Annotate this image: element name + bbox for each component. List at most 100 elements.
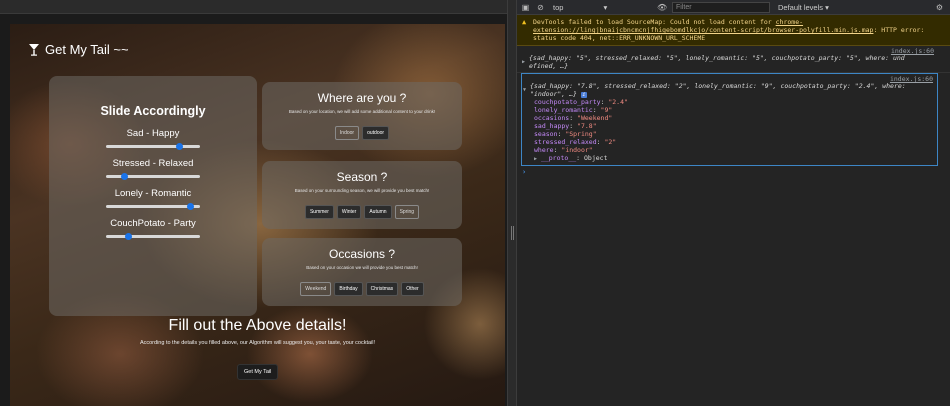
slider-track[interactable] — [106, 142, 200, 150]
option-indoor[interactable]: Indoor — [334, 126, 360, 140]
property-value: Object — [584, 154, 608, 162]
brand[interactable]: Get My Tail ~~ — [28, 42, 129, 57]
viewport-top-strip — [0, 0, 507, 14]
property-value: "7.8" — [577, 122, 597, 130]
occasions-options: Weekend Birthday Christmas Other — [262, 282, 462, 296]
sliders-card: Slide Accordingly Sad - Happy Stressed -… — [49, 76, 257, 316]
expand-caret-icon[interactable]: ▶ — [522, 58, 525, 66]
option-weekend[interactable]: Weekend — [300, 282, 332, 296]
web-page: Get My Tail ~~ Slide Accordingly Sad - H… — [10, 24, 505, 406]
where-card: Where are you ? Based on your location, … — [262, 82, 462, 150]
option-winter[interactable]: Winter — [336, 205, 362, 219]
devtools-panel: ▣ ⊘ top ▾ 👁 Filter Default levels ▾ ⚙ ▲ … — [517, 0, 950, 406]
slider-thumb[interactable] — [187, 202, 195, 210]
log-levels-dropdown[interactable]: Default levels ▾ — [778, 3, 829, 12]
property-key: __proto__ — [540, 154, 577, 162]
sliders-title: Slide Accordingly — [100, 104, 206, 118]
where-title: Where are you ? — [317, 91, 407, 105]
slider-couchpotato-party: CouchPotato - Party — [49, 218, 257, 240]
season-title: Season ? — [336, 170, 388, 184]
property-value: "2.4" — [608, 98, 628, 106]
property-key: occasions — [534, 114, 570, 122]
get-my-tail-button[interactable]: Get My Tail — [237, 364, 279, 380]
property-key: where — [534, 146, 554, 154]
property-key: sad_happy — [534, 122, 570, 130]
season-subtitle: Based on your surrounding season, we wil… — [294, 188, 430, 193]
occasions-card: Occasions ? Based on your occasion we wi… — [262, 238, 462, 306]
slider-track[interactable] — [106, 232, 200, 240]
slider-label: CouchPotato - Party — [110, 218, 196, 229]
cta-title: Fill out the Above details! — [168, 317, 347, 334]
slider-stressed-relaxed: Stressed - Relaxed — [49, 158, 257, 180]
log-object-line[interactable]: {sad_happy: "7.8", stressed_relaxed: "2"… — [530, 82, 933, 90]
log-object-line: "indoor", …} i — [530, 90, 933, 98]
property-key: stressed_relaxed — [534, 138, 597, 146]
option-autumn[interactable]: Autumn — [364, 205, 392, 219]
slider-thumb[interactable] — [121, 172, 129, 180]
console-log-entry: index.js:60 ▶ {sad_happy: "5", stressed_… — [517, 46, 950, 73]
object-property: occasions: "Weekend" — [534, 114, 613, 122]
cocktail-glass-icon — [29, 44, 39, 56]
console-prompt-row[interactable]: › — [517, 166, 950, 178]
slider-thumb[interactable] — [125, 232, 133, 240]
context-selector[interactable]: top ▾ — [551, 3, 651, 12]
gear-icon[interactable]: ⚙ — [935, 3, 944, 12]
slider-label: Sad - Happy — [126, 128, 180, 139]
option-spring[interactable]: Spring — [394, 205, 420, 219]
occasions-subtitle: Based on your occasion we will provide y… — [306, 265, 418, 270]
property-key: couchpotato_party — [534, 98, 601, 106]
sidebar-toggle-icon[interactable]: ▣ — [521, 3, 530, 12]
expand-caret-icon[interactable]: ▶ — [534, 156, 537, 162]
slider-label: Stressed - Relaxed — [112, 158, 194, 169]
brand-name: Get My Tail ~~ — [45, 42, 129, 57]
log-object-tail: "indoor", …} — [530, 90, 577, 98]
clear-console-icon[interactable]: ⊘ — [536, 3, 545, 12]
collapse-caret-icon[interactable]: ▼ — [523, 86, 526, 94]
log-object-line[interactable]: {sad_happy: "5", stressed_relaxed: "5", … — [529, 54, 944, 62]
option-summer[interactable]: Summer — [304, 205, 334, 219]
warning-prefix: DevTools failed to load SourceMap: Could… — [533, 18, 776, 26]
eye-icon[interactable]: 👁 — [657, 3, 667, 12]
splitter-grip-icon[interactable] — [511, 226, 514, 240]
slider-track[interactable] — [106, 172, 200, 180]
option-christmas[interactable]: Christmas — [365, 282, 399, 296]
property-key: lonely_romantic — [534, 106, 593, 114]
season-card: Season ? Based on your surrounding seaso… — [262, 161, 462, 229]
where-options: Indoor outdoor — [262, 126, 462, 140]
season-options: Summer Winter Autumn Spring — [262, 205, 462, 219]
occasions-title: Occasions ? — [328, 247, 396, 261]
log-source-link[interactable]: index.js:60 — [890, 75, 933, 83]
log-source-link[interactable]: index.js:60 — [891, 47, 934, 55]
log-object-line: efined, …} — [529, 62, 569, 70]
property-value: "2" — [604, 138, 617, 146]
console-warning: ▲ DevTools failed to load SourceMap: Cou… — [517, 15, 950, 46]
slider-thumb[interactable] — [175, 142, 183, 150]
object-property: lonely_romantic: "9" — [534, 106, 613, 114]
object-property: sad_happy: "7.8" — [534, 122, 597, 130]
chevron-down-icon: ▾ — [603, 2, 608, 12]
object-property: season: "Spring" — [534, 130, 597, 138]
console-prompt-icon: › — [522, 168, 527, 176]
console-log-entry-expanded: index.js:60 ▼ {sad_happy: "7.8", stresse… — [521, 73, 938, 166]
property-value: "Spring" — [565, 130, 597, 138]
option-birthday[interactable]: Birthday — [334, 282, 363, 296]
cta-section: Fill out the Above details! According to… — [10, 317, 505, 346]
filter-input[interactable]: Filter — [672, 1, 770, 13]
option-other[interactable]: Other — [401, 282, 424, 296]
object-prototype[interactable]: ▶ __proto__: Object — [530, 154, 933, 163]
slider-sad-happy: Sad - Happy — [49, 128, 257, 150]
property-key: season — [534, 130, 558, 138]
console-toolbar: ▣ ⊘ top ▾ 👁 Filter Default levels ▾ ⚙ — [517, 0, 950, 15]
property-value: "9" — [600, 106, 613, 114]
screen: Get My Tail ~~ Slide Accordingly Sad - H… — [0, 0, 950, 406]
property-value: "indoor" — [561, 146, 593, 154]
where-subtitle: Based on your location, we will add some… — [288, 109, 436, 114]
object-property: stressed_relaxed: "2" — [534, 138, 617, 146]
panel-splitter[interactable] — [507, 0, 517, 406]
option-outdoor[interactable]: outdoor — [362, 126, 390, 140]
slider-label: Lonely - Romantic — [114, 188, 192, 199]
object-property: couchpotato_party: "2.4" — [534, 98, 628, 106]
slider-track[interactable] — [106, 202, 200, 210]
context-label: top — [553, 2, 564, 12]
object-property: where: "indoor" — [534, 146, 593, 154]
